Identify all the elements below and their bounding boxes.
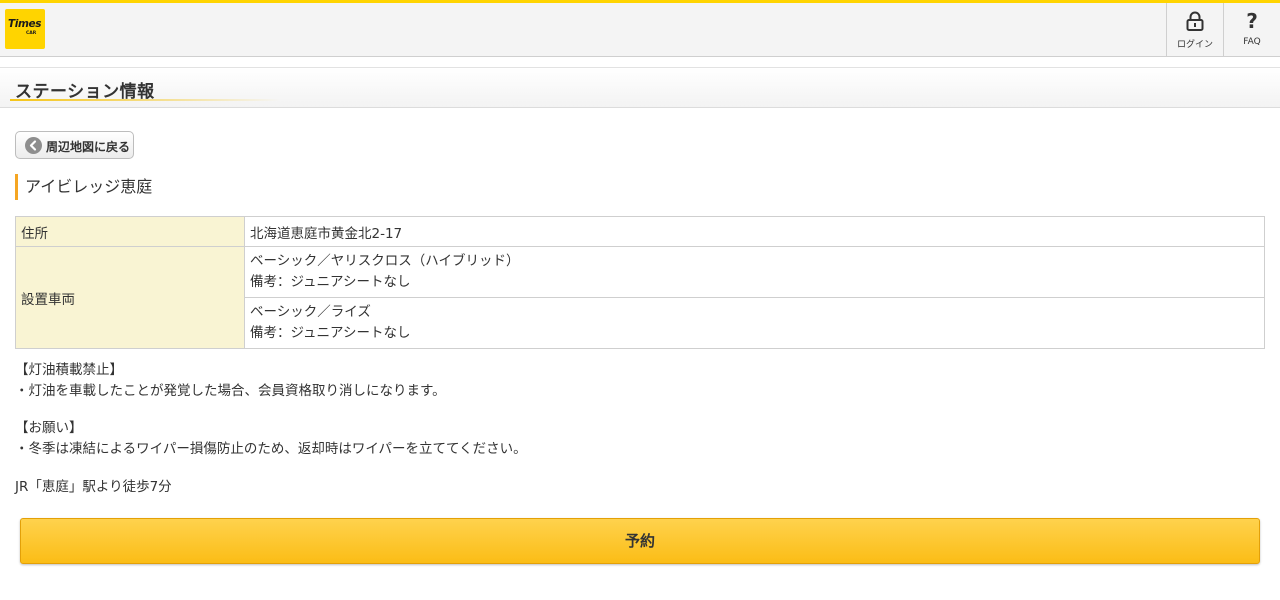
table-row-vehicle: 設置車両 ベーシック／ヤリスクロス（ハイブリッド） 備考：ジュニアシートなし [15, 246, 1265, 349]
top-header: Times CAR ログイン ? FAQ [0, 0, 1280, 57]
back-to-map-button[interactable]: 周辺地図に戻る [15, 131, 134, 159]
vehicle-note: 備考：ジュニアシートなし [250, 325, 411, 341]
vehicles-label: 設置車両 [15, 246, 245, 349]
faq-button[interactable]: ? FAQ [1223, 3, 1280, 56]
vehicle-note: 備考：ジュニアシートなし [250, 274, 411, 290]
address-label: 住所 [15, 216, 245, 247]
notice-heading: 【お願い】 [15, 420, 83, 436]
vehicle-model: ベーシック／ライズ [250, 304, 371, 320]
address-value: 北海道恵庭市黄金北2-17 [244, 216, 1265, 247]
logo-text: Times [8, 18, 42, 30]
station-info-table: 住所 北海道恵庭市黄金北2-17 設置車両 ベーシック／ヤリスクロス（ハイブリッ… [15, 216, 1265, 349]
reserve-button[interactable]: 予約 [20, 518, 1260, 564]
notice-body: ・冬季は凍結によるワイパー損傷防止のため、返却時はワイパーを立ててください。 [15, 441, 527, 457]
lock-icon [1167, 10, 1223, 32]
vehicle-cell: ベーシック／ヤリスクロス（ハイブリッド） 備考：ジュニアシートなし [244, 246, 1265, 298]
chevron-left-icon [25, 137, 42, 154]
vehicle-cell: ベーシック／ライズ 備考：ジュニアシートなし [244, 297, 1265, 349]
page-title-bar: ステーション情報 [0, 67, 1280, 108]
times-car-logo[interactable]: Times CAR [5, 9, 45, 49]
title-underline [10, 99, 280, 101]
access-info: JR「恵庭」駅より徒歩7分 [15, 479, 172, 495]
login-button[interactable]: ログイン [1166, 3, 1223, 56]
reserve-button-label: 予約 [624, 532, 655, 550]
back-button-label: 周辺地図に戻る [46, 140, 131, 154]
notice-body: ・灯油を車載したことが発覚した場合、会員資格取り消しになります。 [15, 383, 446, 399]
notice-heading: 【灯油積載禁止】 [15, 362, 123, 378]
notice-kerosene: 【灯油積載禁止】 ・灯油を車載したことが発覚した場合、会員資格取り消しになります… [15, 360, 446, 402]
logo-subtext: CAR [26, 31, 37, 36]
table-row-address: 住所 北海道恵庭市黄金北2-17 [15, 216, 1265, 247]
faq-label: FAQ [1243, 37, 1261, 47]
station-name: アイビレッジ恵庭 [15, 174, 152, 200]
question-icon: ? [1224, 10, 1280, 32]
question-glyph: ? [1246, 9, 1258, 33]
vehicle-model: ベーシック／ヤリスクロス（ハイブリッド） [250, 253, 520, 269]
notice-request: 【お願い】 ・冬季は凍結によるワイパー損傷防止のため、返却時はワイパーを立ててく… [15, 418, 527, 460]
login-label: ログイン [1176, 40, 1213, 50]
